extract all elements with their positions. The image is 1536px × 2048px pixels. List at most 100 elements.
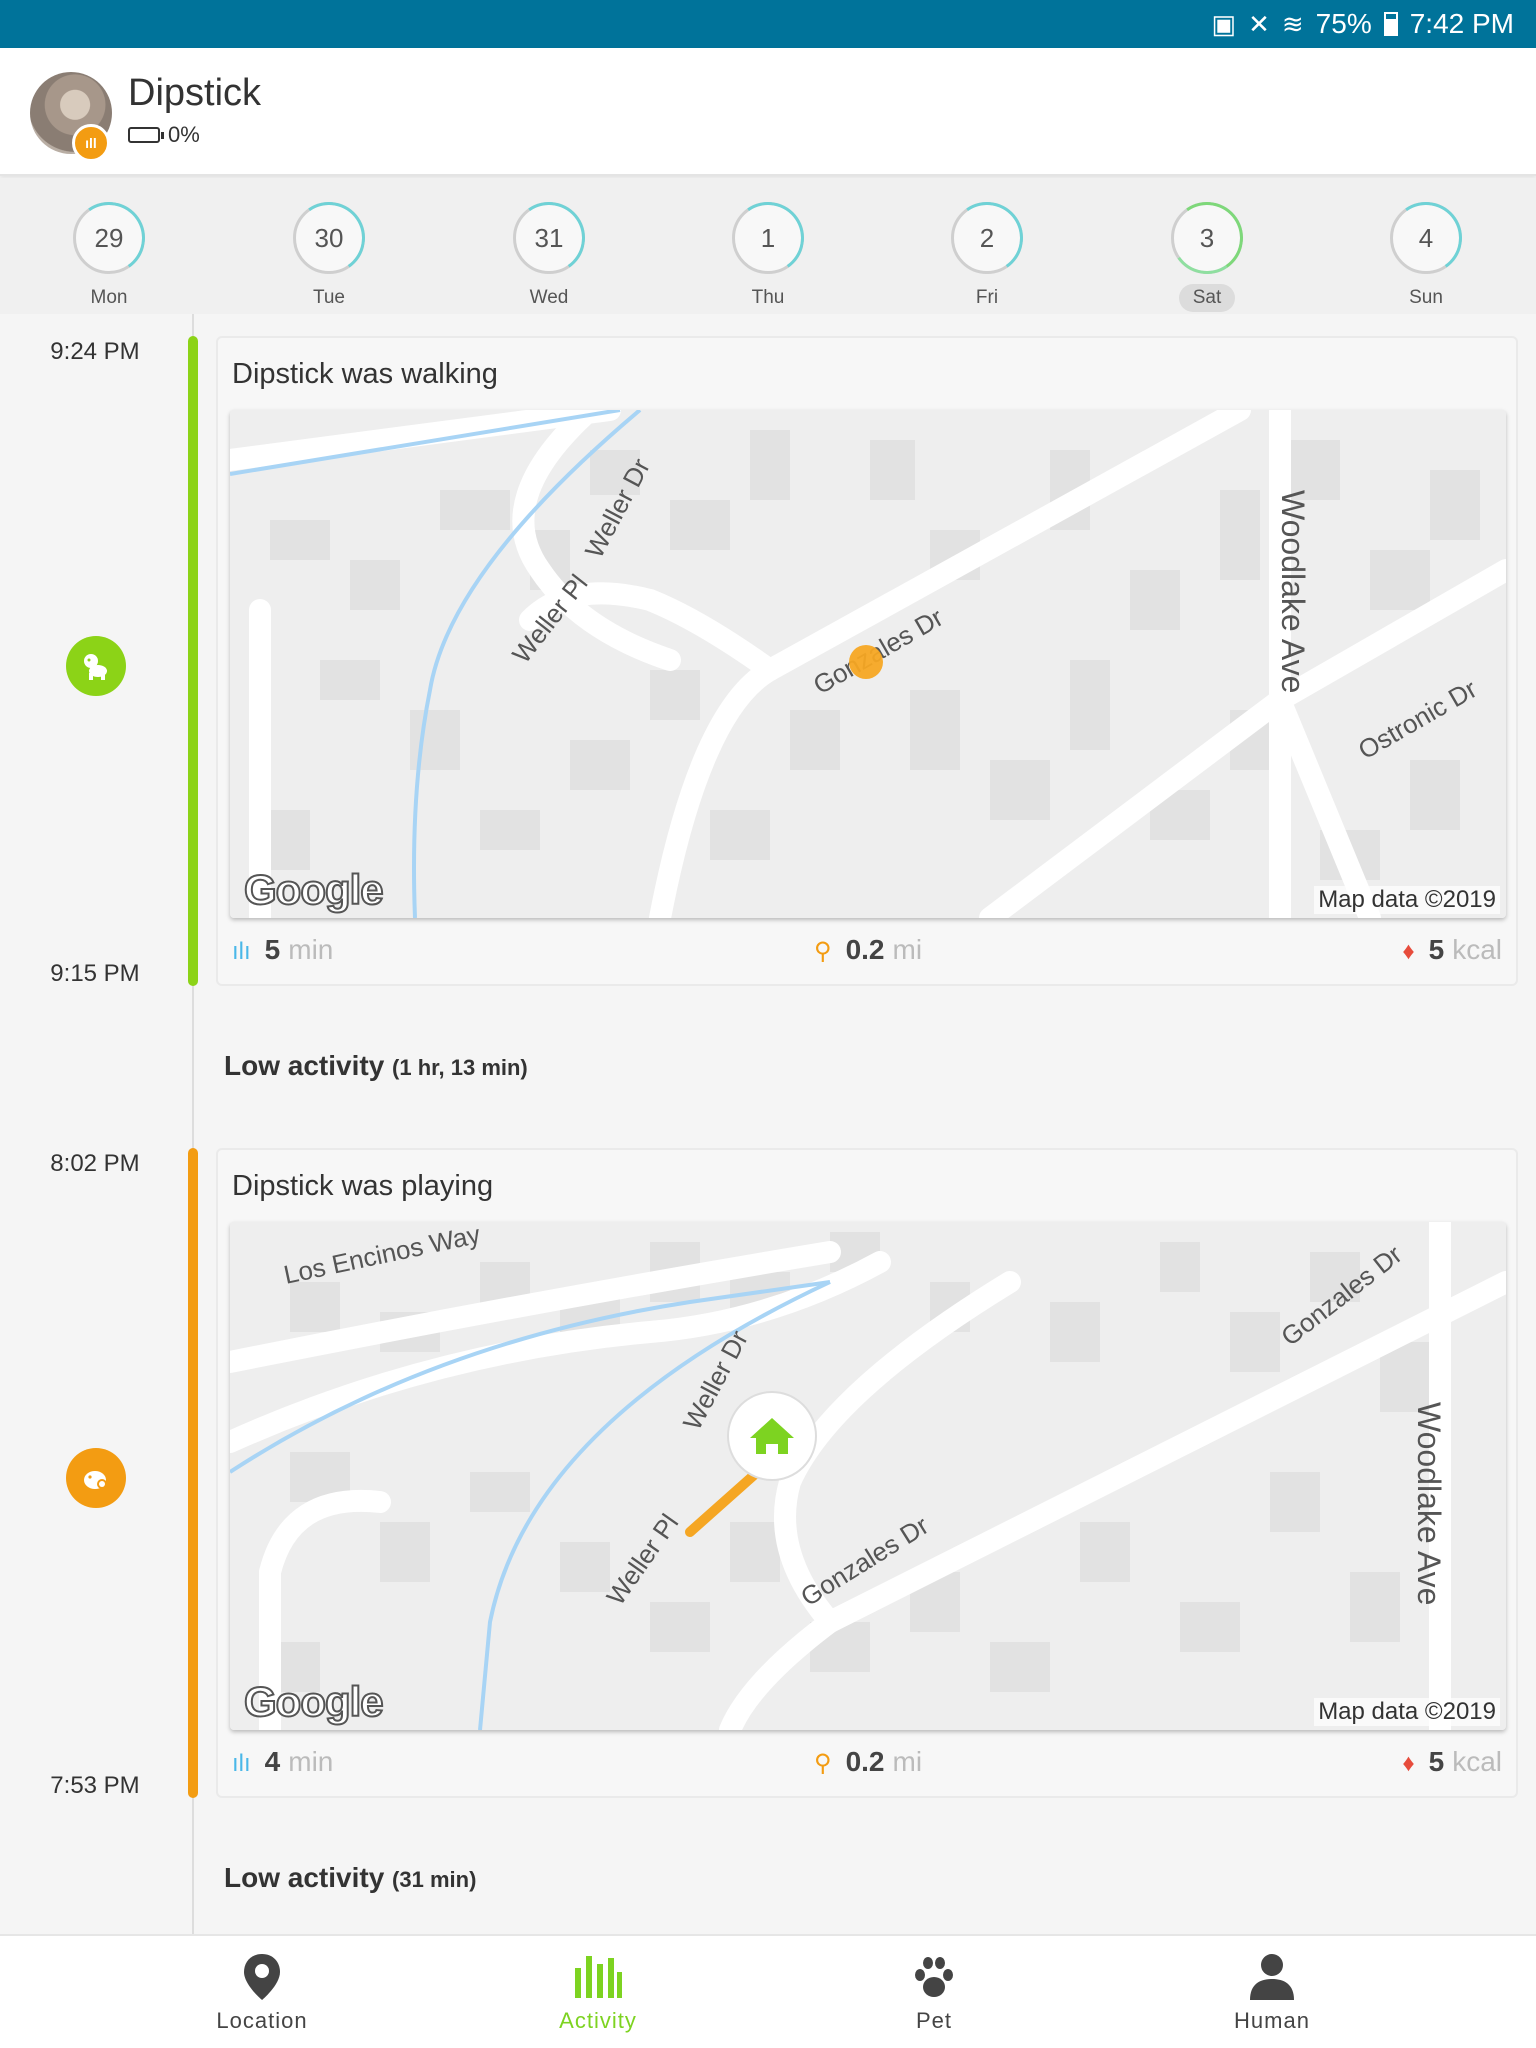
distance-unit: mi — [892, 1746, 923, 1777]
day-label: Tue — [312, 287, 346, 308]
day-label: Fri — [975, 287, 999, 308]
bottom-navigation: Location Activity Pet Human — [0, 1934, 1536, 2048]
nav-label: Activity — [559, 2008, 637, 2033]
calories-unit: kcal — [1452, 934, 1502, 965]
map-attribution: Map data ©2019 — [1314, 886, 1500, 914]
day-number: 30 — [293, 202, 365, 274]
location-pin-icon: ⚲ — [814, 938, 832, 965]
distance-unit: mi — [892, 934, 923, 965]
nav-location[interactable]: Location — [162, 1950, 362, 2034]
day-item-selected[interactable]: 3 Sat — [1147, 202, 1267, 312]
battery-percent: 75% — [1315, 8, 1372, 39]
activity-start-time: 9:24 PM — [50, 338, 140, 365]
paw-icon — [834, 1950, 1034, 2004]
duration-unit: min — [288, 934, 334, 965]
day-number: 29 — [73, 202, 145, 274]
duration-stat: ılı 5 min — [232, 934, 333, 966]
flame-icon: ♦ — [1402, 1750, 1415, 1777]
date-selector: 29 Mon 30 Tue 31 Wed 1 Thu 2 Fri 3 Sat 4… — [0, 178, 1536, 314]
wifi-icon: ≋ — [1281, 8, 1304, 39]
duration-value: 4 — [264, 1746, 281, 1777]
duration-value: 5 — [264, 934, 281, 965]
nav-activity[interactable]: Activity — [498, 1950, 698, 2034]
mute-icon: ✕ — [1248, 8, 1270, 39]
google-logo: Google — [243, 1677, 385, 1726]
activity-map[interactable]: Los Encinos Way Weller Dr Weller Pl Gonz… — [230, 1222, 1506, 1730]
duration-unit: min — [288, 1746, 334, 1777]
duration-stat: ılı 4 min — [232, 1746, 333, 1778]
clock: 7:42 PM — [1409, 8, 1514, 39]
day-label: Mon — [90, 287, 128, 308]
battery-icon — [1383, 12, 1398, 36]
activity-title: Dipstick was walking — [232, 358, 498, 390]
nav-label: Location — [216, 2008, 308, 2033]
activity-title: Dipstick was playing — [232, 1170, 494, 1202]
activity-card-playing[interactable]: Dipstick was playing Los Encinos Way Wel… — [216, 1148, 1518, 1798]
location-pin-icon: ⚲ — [814, 1750, 832, 1777]
person-icon — [1172, 1950, 1372, 2004]
activity-start-time: 8:02 PM — [50, 1150, 140, 1177]
tracker-battery: 0% — [128, 122, 200, 148]
day-label: Sat — [1178, 284, 1236, 312]
signal-badge-icon: ıll — [72, 124, 110, 162]
day-number: 1 — [732, 202, 804, 274]
nav-label: Human — [1234, 2008, 1310, 2033]
calories-value: 5 — [1428, 934, 1445, 965]
distance-value: 0.2 — [845, 1746, 885, 1777]
bar-chart-icon: ılı — [232, 1750, 251, 1777]
distance-value: 0.2 — [845, 934, 885, 965]
google-logo: Google — [243, 865, 385, 914]
day-item[interactable]: 31 Wed — [489, 202, 609, 312]
activity-end-time: 7:53 PM — [50, 1772, 140, 1799]
nav-pet[interactable]: Pet — [834, 1950, 1034, 2034]
day-item[interactable]: 30 Tue — [269, 202, 389, 312]
pet-name: Dipstick — [128, 72, 262, 114]
bar-chart-icon: ılı — [232, 938, 251, 965]
activity-card-walking[interactable]: Dipstick was walking Weller Dr Weller Pl… — [216, 336, 1518, 986]
calories-stat: ♦ 5 kcal — [1402, 1746, 1502, 1778]
nav-label: Pet — [915, 2008, 953, 2033]
flame-icon: ♦ — [1402, 938, 1415, 965]
calories-unit: kcal — [1452, 1746, 1502, 1777]
street-label: Woodlake Ave — [1275, 490, 1311, 693]
day-number: 3 — [1171, 202, 1243, 274]
day-label: Thu — [751, 287, 785, 308]
pet-header: ıll Dipstick 0% — [0, 48, 1536, 176]
activity-bar-walking — [188, 336, 198, 986]
day-label: Sun — [1409, 287, 1443, 308]
low-activity-entry: Low activity (1 hr, 13 min) — [224, 1050, 528, 1082]
activity-stats: ılı 4 min ⚲ 0.2 mi ♦ 5 kcal — [218, 1740, 1516, 1790]
activity-bar-playing — [188, 1148, 198, 1798]
low-activity-duration: (1 hr, 13 min) — [392, 1055, 528, 1080]
day-item[interactable]: 4 Sun — [1366, 202, 1486, 312]
day-item[interactable]: 29 Mon — [49, 202, 169, 312]
day-label: Wed — [529, 287, 569, 308]
location-marker — [849, 645, 883, 679]
day-number: 31 — [513, 202, 585, 274]
day-item[interactable]: 1 Thu — [708, 202, 828, 312]
day-number: 2 — [951, 202, 1023, 274]
status-bar: ▣ ✕ ≋ 75% 7:42 PM — [0, 0, 1536, 48]
calories-value: 5 — [1428, 1746, 1445, 1777]
low-activity-entry: Low activity (31 min) — [224, 1862, 476, 1894]
calories-stat: ♦ 5 kcal — [1402, 934, 1502, 966]
low-activity-duration: (31 min) — [392, 1867, 477, 1892]
distance-stat: ⚲ 0.2 mi — [814, 934, 922, 966]
dog-walking-icon — [66, 636, 126, 696]
day-number: 4 — [1390, 202, 1462, 274]
day-item[interactable]: 2 Fri — [927, 202, 1047, 312]
battery-icon — [128, 127, 164, 143]
activity-bars-icon — [498, 1950, 698, 2004]
activity-map[interactable]: Weller Dr Weller Pl Gonzales Dr Woodlake… — [230, 410, 1506, 918]
activity-end-time: 9:15 PM — [50, 960, 140, 987]
battery-saver-icon: ▣ — [1211, 8, 1237, 39]
nav-human[interactable]: Human — [1172, 1950, 1372, 2034]
distance-stat: ⚲ 0.2 mi — [814, 1746, 922, 1778]
low-activity-label: Low activity — [224, 1862, 385, 1893]
dog-playing-icon — [66, 1448, 126, 1508]
low-activity-label: Low activity — [224, 1050, 385, 1081]
activity-stats: ılı 5 min ⚲ 0.2 mi ♦ 5 kcal — [218, 928, 1516, 978]
location-pin-icon — [162, 1950, 362, 2004]
street-label: Woodlake Ave — [1411, 1402, 1447, 1605]
tracker-battery-percent: 0% — [168, 122, 200, 147]
